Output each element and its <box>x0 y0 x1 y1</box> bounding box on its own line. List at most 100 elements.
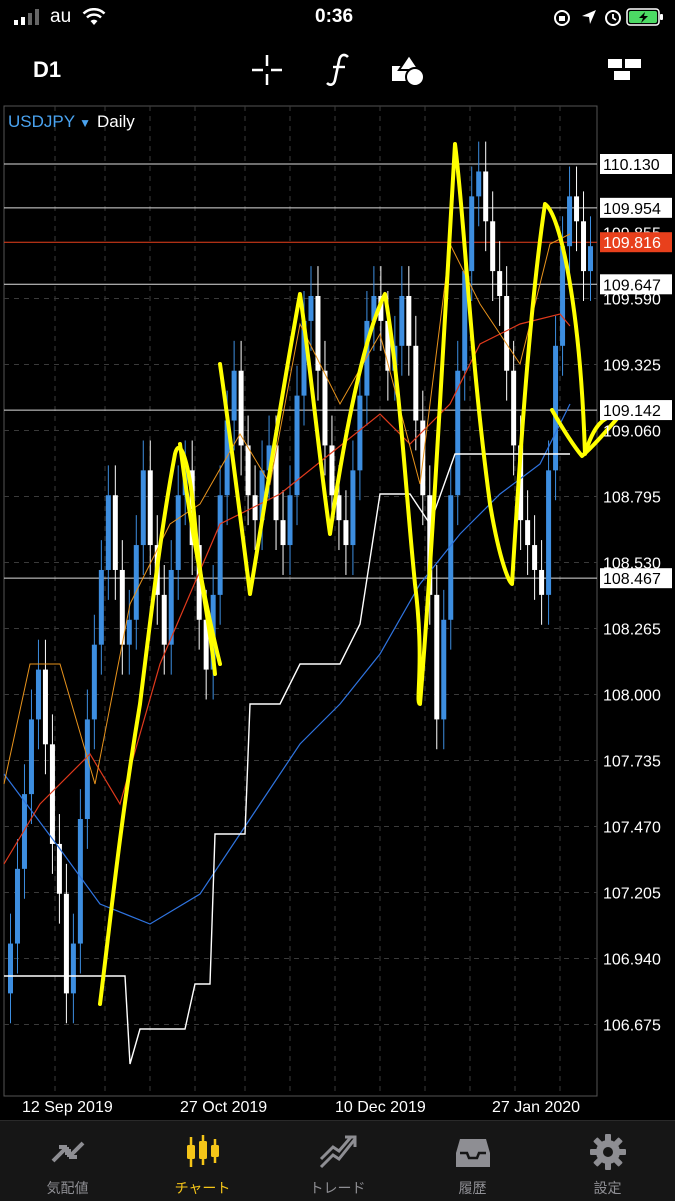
candle-body <box>175 495 181 570</box>
date-label: 27 Jan 2020 <box>492 1099 580 1116</box>
candle-body <box>84 719 90 820</box>
price-label: 109.142 <box>603 403 661 420</box>
timeframe-button[interactable]: D1 <box>22 46 72 94</box>
candle-body <box>567 196 573 247</box>
tab-chart[interactable]: チャート <box>135 1121 270 1201</box>
alarm-icon <box>605 10 621 26</box>
tab-bar: 気配値 チャート トレード 履歴 設定 <box>0 1120 675 1201</box>
candle-body <box>413 345 419 421</box>
clock: 0:36 <box>315 6 354 27</box>
candle-body <box>539 569 545 595</box>
wifi-icon <box>82 8 106 25</box>
tab-quotes-label: 気配値 <box>46 1180 89 1196</box>
candle-body <box>161 594 167 645</box>
tab-history-label: 履歴 <box>458 1180 487 1196</box>
tab-trade[interactable]: トレード <box>270 1121 405 1201</box>
price-label: 106.940 <box>603 952 661 969</box>
candle-body <box>574 196 580 222</box>
candle-body <box>140 470 146 546</box>
candle-body <box>133 545 139 620</box>
price-label: 108.795 <box>603 489 661 506</box>
candle-body <box>287 495 293 546</box>
plot-frame <box>3 105 598 1097</box>
candle-body <box>525 520 531 546</box>
timeframe-label: D1 <box>32 57 62 82</box>
dropdown-triangle-icon: ▼ <box>79 116 91 130</box>
candle-body <box>63 893 69 994</box>
tab-history[interactable]: 履歴 <box>405 1121 540 1201</box>
candle-body <box>231 370 237 421</box>
windows-icon <box>608 59 641 80</box>
candle-body <box>42 669 48 745</box>
location-icon <box>582 10 596 24</box>
candle-body <box>147 470 153 546</box>
price-label: 109.590 <box>603 291 661 308</box>
crosshair-icon <box>252 55 282 85</box>
candle-body <box>441 619 447 720</box>
price-label: 109.060 <box>603 423 661 440</box>
candle-body <box>490 221 496 272</box>
chart-icon <box>187 1135 219 1167</box>
price-label: 109.954 <box>603 201 661 218</box>
settings-icon <box>590 1134 626 1170</box>
status-bar: au 0:36 <box>0 0 675 36</box>
candle-body <box>98 569 104 645</box>
candle-body <box>245 445 251 496</box>
candle-body <box>469 196 475 272</box>
candle-body <box>399 296 405 346</box>
tab-quotes[interactable]: 気配値 <box>0 1121 135 1201</box>
candle-body <box>581 221 587 272</box>
price-chart[interactable]: USDJPY▼ Daily 110.130109.954109.855109.81… <box>0 104 675 1120</box>
indicators-button[interactable] <box>316 46 362 94</box>
price-label: 106.675 <box>603 1018 661 1035</box>
candle-body <box>217 495 223 595</box>
signal-icon <box>14 9 39 25</box>
tab-settings-label: 設定 <box>593 1180 622 1196</box>
candle-body <box>476 171 482 197</box>
candle-body <box>350 470 356 546</box>
date-label: 12 Sep 2019 <box>22 1099 113 1116</box>
price-label: 109.816 <box>603 235 661 252</box>
candle-body <box>588 246 594 272</box>
candle-body <box>112 495 118 570</box>
candle-body <box>511 370 517 446</box>
carrier-label: au <box>50 6 72 27</box>
candle-body <box>504 296 510 371</box>
price-label: 109.325 <box>603 357 661 374</box>
candle-body <box>322 370 328 446</box>
candle-body <box>448 495 454 620</box>
price-label: 110.130 <box>603 157 660 174</box>
ma-slow-line <box>3 403 571 925</box>
tab-settings[interactable]: 設定 <box>540 1121 675 1201</box>
tab-chart-label: チャート <box>174 1180 231 1196</box>
chart-canvas[interactable]: 110.130109.954109.855109.816109.647109.5… <box>0 104 675 1120</box>
price-label: 107.205 <box>603 886 661 903</box>
price-label: 108.000 <box>603 687 661 704</box>
chart-toolbar: D1 <box>0 36 675 104</box>
price-label: 108.467 <box>603 571 661 588</box>
candle-body <box>28 719 34 795</box>
candle-body <box>21 794 27 869</box>
windows-button[interactable] <box>604 46 646 94</box>
candle-body <box>497 271 503 297</box>
date-label: 10 Dec 2019 <box>335 1099 426 1116</box>
candle-body <box>35 669 41 720</box>
battery-icon <box>626 8 663 26</box>
price-label: 107.735 <box>603 753 661 770</box>
candle-body <box>91 644 97 720</box>
price-label: 108.265 <box>603 621 661 638</box>
date-label: 27 Oct 2019 <box>180 1099 267 1116</box>
candle-body <box>406 296 412 346</box>
history-icon <box>456 1139 490 1167</box>
objects-button[interactable] <box>385 46 431 94</box>
candle-body <box>308 296 314 321</box>
crosshair-button[interactable] <box>244 46 290 94</box>
candle-body <box>343 520 349 546</box>
candle-body <box>8 943 13 994</box>
candle-body <box>70 943 76 994</box>
tab-trade-label: トレード <box>309 1180 366 1196</box>
symbol-label[interactable]: USDJPY ▼ Daily <box>8 112 135 132</box>
candle-body <box>483 171 489 222</box>
candle-body <box>14 868 20 944</box>
period-name: Daily <box>96 112 135 131</box>
